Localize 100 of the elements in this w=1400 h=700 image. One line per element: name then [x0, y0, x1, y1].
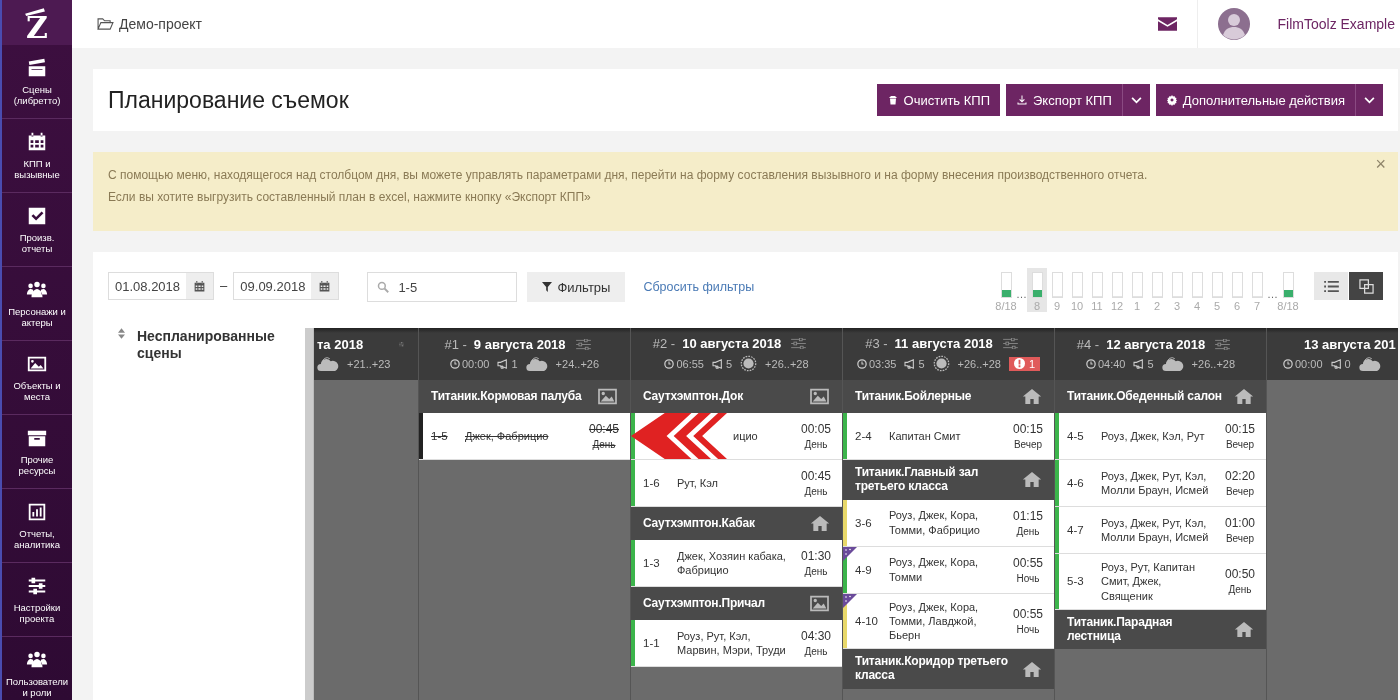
scene-row[interactable]: 4-6 Роуз, Джек, Рут, Кэл, Молли Браун, Исмей 02:20 Вечер — [1055, 460, 1266, 507]
nav-item[interactable]: Сцены (либретто) — [2, 45, 72, 119]
nav-item[interactable]: Персонажи и актеры — [2, 267, 72, 341]
time-of-day: День — [1228, 584, 1252, 596]
scene-row[interactable]: 1-5 Джек, Фабрицио 00:45 День — [419, 413, 630, 460]
day-number: #2 - — [652, 336, 676, 351]
cloud-icon — [525, 355, 548, 372]
megaphone-icon — [497, 358, 510, 369]
house-icon — [1022, 388, 1042, 405]
scene-duration: 00:15 — [1013, 422, 1043, 436]
location-header[interactable]: Саутхэмптон.Причал — [631, 587, 842, 620]
filter-button[interactable]: Фильтры — [527, 272, 626, 302]
location-header[interactable]: Титаник.Кормовая палуба — [419, 380, 630, 413]
nav-item[interactable]: Прочие ресурсы — [2, 415, 72, 489]
time-of-day: Ночь — [1016, 624, 1040, 636]
scene-number: 4-9 — [854, 563, 873, 576]
search-field[interactable]: 1-5 — [367, 272, 518, 302]
scene-row[interactable]: 2-4 Капитан Смит 00:15 Вечер — [843, 413, 1054, 460]
day-number: #3 - — [865, 336, 888, 351]
scene-duration: 00:55 — [1013, 607, 1043, 622]
scene-row[interactable]: 4-7 Роуз, Джек, Рут, Кэл, Молли Браун, Исмей 01:00 Вечер — [1055, 507, 1266, 554]
scene-row[interactable]: 1-1 Роуз, Рут, Кэл, Марвин, Мэри, Труди 04:30 День — [631, 620, 842, 667]
time-of-day: День — [1016, 525, 1040, 537]
location-header[interactable]: Титаник.Обеденный салон — [1055, 380, 1266, 413]
start-time: 06:55 — [664, 357, 704, 370]
nav-item[interactable]: Объекты и места — [2, 341, 72, 415]
call-count: 1 — [497, 357, 518, 370]
list-view-button[interactable] — [1314, 272, 1348, 300]
nav-item[interactable]: Отчеты, аналитика — [2, 489, 72, 563]
call-count: 5 — [712, 357, 733, 370]
day-number: #4 - — [1076, 336, 1100, 352]
avatar[interactable] — [1217, 8, 1250, 40]
house-icon — [1022, 471, 1042, 489]
calendar-icon — [193, 279, 207, 293]
time-of-day: День — [804, 439, 828, 450]
image-icon — [809, 595, 830, 612]
cast-list: Джек, Хозяин кабака, Фабрицио — [673, 542, 790, 584]
scene-number: 1-3 — [642, 557, 661, 569]
scene-duration: 01:00 — [1225, 516, 1255, 530]
nav-item[interactable]: Пользователи и роли — [2, 637, 72, 700]
time-of-day: День — [804, 566, 828, 577]
card-view-button[interactable] — [1349, 272, 1383, 300]
date-field[interactable]: 09.09.2018 — [233, 272, 340, 300]
logo[interactable]: Z — [2, 0, 72, 45]
start-time: 00:00 — [449, 357, 490, 370]
filter-icon — [542, 282, 553, 292]
action-button[interactable]: Дополнительные действия — [1155, 84, 1355, 116]
time-of-day: Ночь — [1016, 572, 1040, 584]
dropdown-button[interactable] — [1355, 84, 1383, 116]
scene-row[interactable]: 1-6 Рут, Кэл 00:45 День — [631, 460, 842, 507]
start-time: 03:35 — [856, 357, 897, 370]
house-icon — [1234, 621, 1254, 639]
temperature: +21..+23 — [347, 357, 391, 370]
list-icon — [1323, 280, 1339, 292]
action-button[interactable]: Очистить КПП — [876, 84, 1000, 116]
project-link[interactable]: Демо-проект — [97, 16, 202, 32]
cast-list: ицио — [673, 422, 790, 450]
scene-row[interactable]: 5-3 Роуз, Рут, Капитан Смит, Джек, Священик 00:50 День — [1055, 554, 1266, 610]
day-date: 13 августа 201 — [1304, 336, 1396, 352]
scene-row[interactable]: 4-10 Роуз, Джек, Кора, Томми, Лавджой, Бьерн 00:55 Ночь — [843, 593, 1054, 650]
gear-icon — [1165, 94, 1178, 106]
scene-number: 1-1 — [642, 637, 661, 649]
clock-icon — [856, 358, 867, 369]
house-icon — [810, 515, 830, 532]
location-header[interactable]: Саутхэмптон.Кабак — [631, 507, 842, 540]
cast-list: Роуз, Джек, Кэл, Рут — [1097, 422, 1214, 450]
location-header[interactable]: Титаник.Парадная лестница — [1055, 609, 1266, 650]
dropdown-button[interactable] — [1121, 84, 1150, 116]
date-field[interactable]: 01.08.2018 — [108, 272, 215, 300]
scene-row[interactable]: 4-9 Роуз, Джек, Кора, Томми 00:55 Ночь — [843, 546, 1054, 594]
location-header[interactable]: Титаник.Главный зал третьего класса — [843, 460, 1054, 500]
time-of-day: Вечер — [1225, 439, 1255, 450]
nav-item[interactable]: Настройки проекта — [2, 563, 72, 637]
action-button[interactable]: Экспорт КПП — [1006, 84, 1122, 116]
scene-duration: 02:20 — [1225, 469, 1255, 483]
unplanned-title: Неспланированные сцены — [137, 328, 276, 362]
nav-item[interactable]: КПП и вызывные — [2, 119, 72, 193]
location-header[interactable]: Титаник.Коридор третьего класса — [843, 649, 1054, 690]
scene-row[interactable]: 3-6 Роуз, Джек, Кора, Томми, Фабрицио 01:15 День — [843, 499, 1054, 547]
megaphone-icon — [712, 358, 724, 369]
time-of-day: Вечер — [1225, 486, 1255, 497]
nav-item[interactable]: Произв. отчеты — [2, 193, 72, 267]
scene-row[interactable]: ицио 00:05 День — [631, 413, 842, 460]
reset-filters-link[interactable]: Сбросить фильтры — [643, 280, 755, 294]
user-name[interactable]: FilmToolz Example — [1277, 16, 1395, 32]
start-time: 04:40 — [1085, 357, 1126, 370]
scene-number: 2-4 — [854, 430, 873, 442]
scene-number: 4-5 — [1066, 430, 1085, 442]
sun-icon — [740, 355, 758, 372]
location-header[interactable]: Титаник.Бойлерные — [843, 380, 1054, 413]
location-header[interactable]: Саутхэмптон.Док — [631, 380, 842, 413]
folder-icon — [97, 17, 114, 31]
sun-icon — [932, 355, 950, 372]
warning-badge[interactable]: 1 — [1009, 356, 1041, 371]
sort-icon[interactable] — [118, 328, 125, 339]
scene-row[interactable]: 4-5 Роуз, Джек, Кэл, Рут 00:15 Вечер — [1055, 413, 1266, 460]
scene-number: 4-6 — [1066, 477, 1085, 489]
mail-icon[interactable] — [1157, 17, 1177, 31]
scene-row[interactable]: 1-3 Джек, Хозяин кабака, Фабрицио 01:30 День — [631, 540, 842, 587]
megaphone-icon — [904, 358, 917, 369]
